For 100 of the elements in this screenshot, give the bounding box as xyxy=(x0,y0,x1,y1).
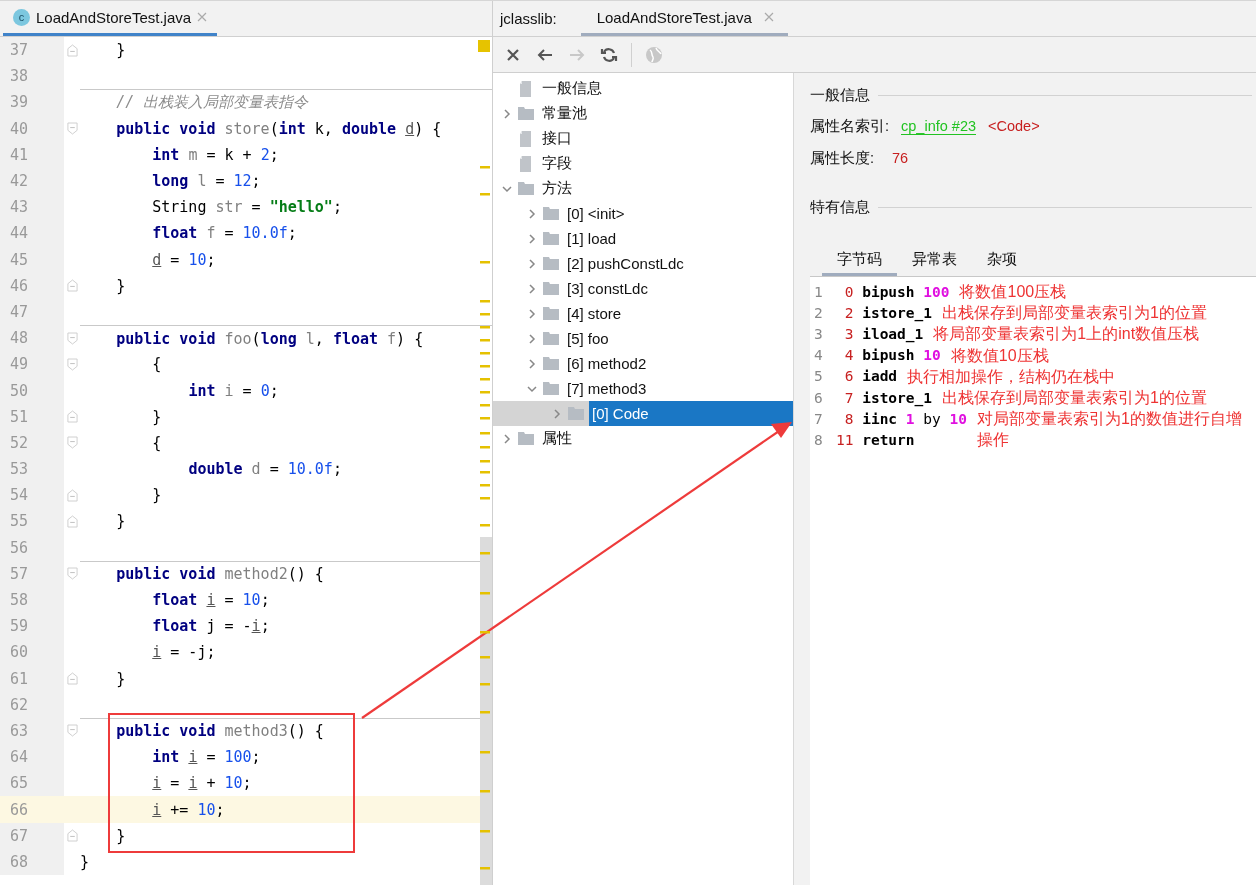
code-line: public void foo(long l, float f) { xyxy=(115,329,424,348)
fold-icon[interactable] xyxy=(66,410,78,424)
tree-item[interactable]: [4] store xyxy=(564,301,625,326)
chevron-right-icon[interactable] xyxy=(526,257,538,270)
chevron-right-icon[interactable] xyxy=(501,107,513,120)
chevron-right-icon[interactable] xyxy=(526,207,538,220)
line-number: 7 xyxy=(813,410,824,427)
annotation-text: 出栈保存到局部变量表索引为1的位置 xyxy=(942,303,1208,324)
field-label: 属性名索引: xyxy=(810,116,890,136)
chevron-right-icon[interactable] xyxy=(526,332,538,345)
code-line: String str = "hello"; xyxy=(151,198,342,217)
code-line: } xyxy=(115,41,126,60)
close-icon[interactable] xyxy=(197,12,208,22)
tree-item[interactable]: 字段 xyxy=(539,151,575,176)
fold-icon[interactable] xyxy=(66,331,78,345)
chevron-right-icon[interactable] xyxy=(526,232,538,245)
folder-icon xyxy=(517,429,535,448)
line-number: 63 xyxy=(10,721,29,740)
annotation-text: 出栈保存到局部变量表索引为1的位置 xyxy=(942,387,1208,408)
code-line: } xyxy=(115,512,126,531)
tree-item[interactable]: [2] pushConstLdc xyxy=(564,251,687,276)
code-line: double d = 10.0f; xyxy=(187,460,342,479)
line-number: 62 xyxy=(10,695,29,714)
fold-icon[interactable] xyxy=(66,567,78,581)
tab[interactable]: 异常表 xyxy=(897,247,972,276)
fold-icon[interactable] xyxy=(66,43,78,57)
code-line: } xyxy=(115,276,126,295)
code-line: } xyxy=(151,486,162,505)
chevron-right-icon[interactable] xyxy=(526,357,538,370)
scrollbar-thumb[interactable] xyxy=(480,537,492,885)
code-line: } xyxy=(151,407,162,426)
code-line: float j = -i; xyxy=(151,617,270,636)
code-line: } xyxy=(115,826,126,845)
folder-icon xyxy=(542,204,560,223)
line-number: 2 xyxy=(813,304,824,321)
chevron-right-icon[interactable] xyxy=(551,407,563,420)
line-number: 43 xyxy=(10,198,29,217)
fold-icon[interactable] xyxy=(66,436,78,450)
tree-item[interactable]: [7] method3 xyxy=(564,376,650,401)
line-number: 39 xyxy=(10,93,29,112)
tree-item[interactable]: [3] constLdc xyxy=(564,276,651,301)
bytecode-instruction: 4 bipush 10 xyxy=(843,347,941,364)
line-number: 46 xyxy=(10,276,29,295)
section-heading: 特有信息 xyxy=(810,197,870,217)
line-number: 6 xyxy=(813,389,824,406)
tree-item[interactable]: [5] foo xyxy=(564,326,612,351)
code-line: int i = 0; xyxy=(187,381,279,400)
folder-icon xyxy=(542,354,560,373)
folder-icon xyxy=(542,379,560,398)
fold-icon[interactable] xyxy=(66,488,78,502)
annotation-text: 将数值10压栈 xyxy=(950,345,1050,366)
tree-item[interactable]: 一般信息 xyxy=(539,76,605,101)
tab[interactable]: 杂项 xyxy=(972,247,1032,276)
line-number: 52 xyxy=(10,433,29,452)
line-number: 58 xyxy=(10,591,29,610)
code-line: i += 10; xyxy=(151,800,225,819)
line-number: 37 xyxy=(10,41,29,60)
line-number: 54 xyxy=(10,486,29,505)
panel-label: jclasslib: xyxy=(500,10,557,27)
folder-icon xyxy=(542,329,560,348)
annotation-text: 将数值100压栈 xyxy=(959,282,1068,302)
tree-item[interactable]: 方法 xyxy=(539,176,575,201)
annotation-text: 将局部变量表索引为1上的int数值压栈 xyxy=(933,324,1201,345)
tree-item[interactable]: [1] load xyxy=(564,226,620,251)
line-number: 42 xyxy=(10,172,29,191)
fold-icon[interactable] xyxy=(66,279,78,293)
tree-item[interactable]: 常量池 xyxy=(539,101,590,126)
tree-item[interactable]: 接口 xyxy=(539,126,575,151)
globe-icon xyxy=(644,44,664,65)
line-number: 47 xyxy=(10,302,29,321)
fold-icon[interactable] xyxy=(66,514,78,528)
line-number: 50 xyxy=(10,381,29,400)
chevron-right-icon[interactable] xyxy=(501,432,513,445)
folder-icon xyxy=(542,304,560,323)
fold-icon[interactable] xyxy=(66,122,78,136)
line-number: 61 xyxy=(10,669,29,688)
annotation-text: 对局部变量表索引为1的数值进行自增操作 xyxy=(977,409,1243,451)
line-number: 8 xyxy=(813,431,824,448)
field-value: <Code> xyxy=(988,118,1040,134)
folder-icon xyxy=(542,229,560,248)
code-line: float i = 10; xyxy=(151,591,270,610)
line-number: 41 xyxy=(10,145,29,164)
tree-item[interactable]: [6] method2 xyxy=(564,351,650,376)
fold-icon[interactable] xyxy=(66,829,78,843)
fold-icon[interactable] xyxy=(66,724,78,738)
tree-item[interactable]: [0] Code xyxy=(589,401,793,426)
line-number: 68 xyxy=(10,852,29,871)
fold-icon[interactable] xyxy=(66,357,78,371)
line-number: 1 xyxy=(813,283,824,300)
tree-item[interactable]: [0] <init> xyxy=(564,201,628,226)
bytecode-instruction: 0 bipush 100 xyxy=(843,283,950,300)
code-line: public void method2() { xyxy=(115,565,324,584)
tree-item[interactable]: 属性 xyxy=(539,426,575,451)
chevron-right-icon[interactable] xyxy=(526,282,538,295)
chevron-right-icon[interactable] xyxy=(526,307,538,320)
line-number: 59 xyxy=(10,617,29,636)
bytecode-instruction: 6 iadd xyxy=(843,368,898,385)
code-line: i = i + 10; xyxy=(151,774,252,793)
close-icon[interactable] xyxy=(763,12,774,22)
fold-icon[interactable] xyxy=(66,672,78,686)
